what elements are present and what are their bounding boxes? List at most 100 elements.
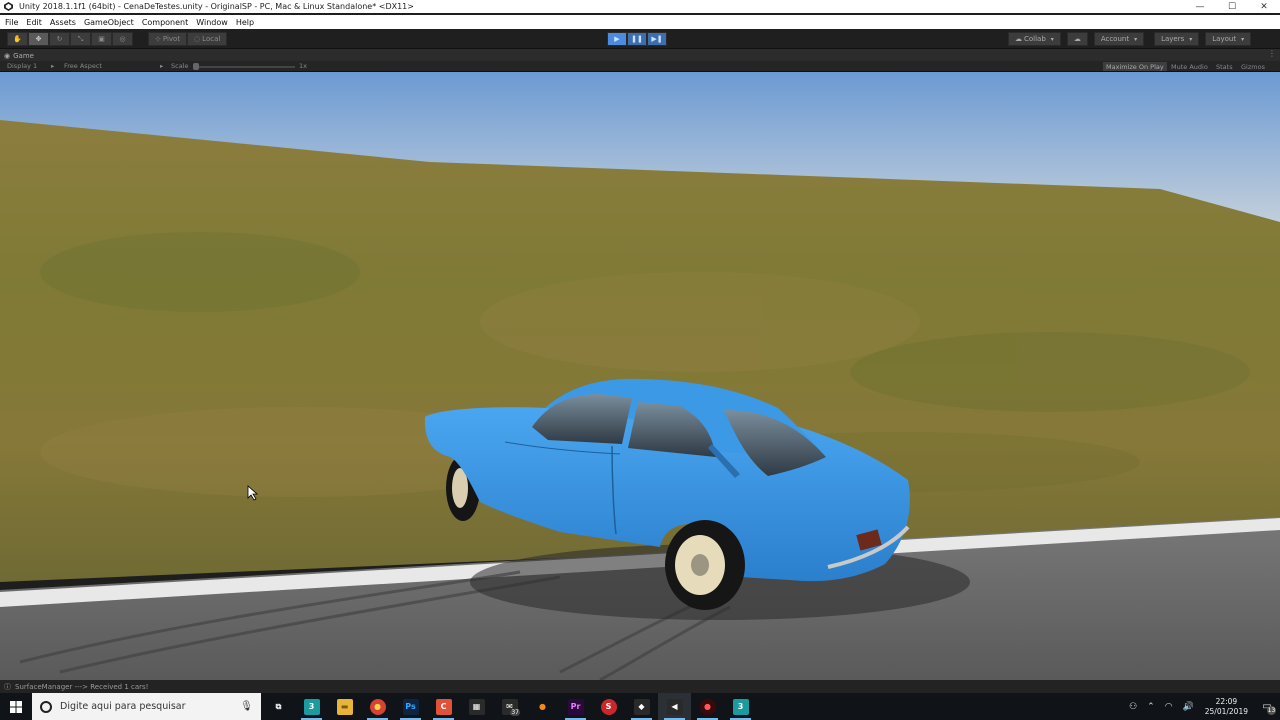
game-view-tabbar: ◉ Game ⋮	[0, 49, 1280, 61]
hand-tool-button[interactable]: ✋	[7, 32, 28, 46]
search-placeholder: Digite aqui para pesquisar	[60, 701, 186, 712]
taskbar-app-unity[interactable]: ◀	[658, 693, 691, 720]
window-controls: — ☐ ✕	[1184, 0, 1280, 13]
folder-icon: ▬	[336, 698, 353, 715]
taskbar-app-premiere[interactable]: Pr	[559, 693, 592, 720]
chevron-up-icon[interactable]: ⌃	[1142, 702, 1160, 712]
taskbar-app-substance[interactable]: S	[592, 693, 625, 720]
menu-help[interactable]: Help	[234, 18, 260, 27]
taskbar-app-chrome[interactable]: ●	[361, 693, 394, 720]
taskbar-app-c[interactable]: C	[427, 693, 460, 720]
notification-center-button[interactable]: ▭ 13	[1254, 693, 1280, 720]
account-dropdown[interactable]: Account	[1093, 32, 1145, 46]
taskbar-app-3dsmax[interactable]: 3	[295, 693, 328, 720]
rect-icon: ▣	[98, 35, 105, 43]
move-tool-button[interactable]: ✥	[28, 32, 49, 46]
3dsmax-icon: 3	[303, 698, 320, 715]
menu-bar: File Edit Assets GameObject Component Wi…	[0, 15, 1280, 29]
move-icon: ✥	[35, 35, 42, 43]
premiere-icon: Pr	[567, 698, 584, 715]
menu-window[interactable]: Window	[194, 18, 234, 27]
taskbar-app-calculator[interactable]: ▦	[460, 693, 493, 720]
step-icon: ▶❚	[651, 35, 663, 43]
tab-menu-icon[interactable]: ⋮	[1268, 49, 1276, 58]
transform-tools: ✋ ✥ ↻ ⤡ ▣ ◎	[7, 32, 133, 46]
game-view-controls: Display 1 ▸ Free Aspect ▸ Scale 1x Maxim…	[0, 61, 1280, 72]
window-title: Unity 2018.1.1f1 (64bit) - CenaDeTestes.…	[19, 2, 414, 11]
game-viewport[interactable]	[0, 72, 1280, 680]
scale-slider[interactable]	[193, 63, 295, 70]
taskbar-app-explorer[interactable]: ▬	[328, 693, 361, 720]
aspect-dropdown-arrow-icon: ▸	[160, 62, 164, 70]
system-tray: ⚇ ⌃ ◠ 🔊 22:09 25/01/2019 ▭ 13	[1124, 693, 1280, 720]
close-button[interactable]: ✕	[1248, 0, 1280, 13]
start-button[interactable]	[0, 693, 32, 720]
menu-edit[interactable]: Edit	[24, 18, 48, 27]
microphone-icon[interactable]: 🎙	[240, 701, 253, 712]
pivot-label: Pivot	[162, 35, 181, 43]
taskbar-app-photoshop[interactable]: Ps	[394, 693, 427, 720]
title-bar: Unity 2018.1.1f1 (64bit) - CenaDeTestes.…	[0, 0, 1280, 13]
c-app-icon: C	[435, 698, 452, 715]
windows-logo-icon	[10, 700, 22, 713]
menu-component[interactable]: Component	[140, 18, 194, 27]
menu-gameobject[interactable]: GameObject	[82, 18, 140, 27]
pause-button[interactable]: ❚❚	[627, 32, 647, 46]
console-message: SurfaceManager ---> Received 1 cars!	[15, 682, 149, 691]
play-button[interactable]: ▶	[607, 32, 627, 46]
scale-slider-handle[interactable]	[193, 63, 199, 70]
taskbar-app-mail[interactable]: ✉ 37	[493, 693, 526, 720]
menu-file[interactable]: File	[3, 18, 24, 27]
wifi-icon[interactable]: ◠	[1160, 702, 1178, 712]
search-box[interactable]: Digite aqui para pesquisar 🎙	[32, 693, 261, 720]
chrome-icon: ●	[369, 698, 386, 715]
layout-dropdown[interactable]: Layout	[1205, 32, 1252, 46]
cortana-icon	[40, 700, 52, 713]
display-dropdown-arrow-icon: ▸	[51, 62, 55, 70]
collab-label: Collab	[1024, 35, 1046, 43]
taskbar-app-davinci[interactable]: ●	[691, 693, 724, 720]
step-button[interactable]: ▶❚	[647, 32, 667, 46]
display-dropdown[interactable]: Display 1	[7, 62, 37, 70]
scale-tool-button[interactable]: ⤡	[70, 32, 91, 46]
minimize-button[interactable]: —	[1184, 0, 1216, 13]
tab-game[interactable]: ◉ Game	[4, 50, 34, 61]
taskbar-app-3dsmax-2[interactable]: 3	[724, 693, 757, 720]
console-status-bar[interactable]: ⓘ SurfaceManager ---> Received 1 cars!	[0, 680, 1280, 693]
collab-button[interactable]: ☁ Collab	[1008, 32, 1061, 46]
transform-tool-button[interactable]: ◎	[112, 32, 133, 46]
scale-value: 1x	[299, 62, 307, 70]
local-button[interactable]: ◌ Local	[187, 32, 228, 46]
cloud-button[interactable]: ☁	[1066, 32, 1088, 46]
mail-badge: 37	[510, 709, 520, 716]
people-icon[interactable]: ⚇	[1124, 702, 1142, 712]
tab-game-label: Game	[13, 51, 34, 60]
volume-icon[interactable]: 🔊	[1178, 702, 1199, 712]
blender-icon: ●	[539, 702, 546, 711]
toolbar-right: ☁Collab ☁ Account Layers Layout	[1002, 32, 1252, 46]
menu-assets[interactable]: Assets	[48, 18, 82, 27]
taskbar-app-unity-hub[interactable]: ◆	[625, 693, 658, 720]
calculator-icon: ▦	[468, 698, 485, 715]
davinci-icon: ●	[699, 698, 716, 715]
maximize-button[interactable]: ☐	[1216, 0, 1248, 13]
pivot-button[interactable]: ⊹ Pivot	[148, 32, 188, 46]
aspect-dropdown[interactable]: Free Aspect	[64, 62, 102, 70]
play-controls: ▶ ❚❚ ▶❚	[607, 32, 667, 46]
game-scene	[0, 72, 1280, 680]
layers-dropdown[interactable]: Layers	[1154, 32, 1200, 46]
task-view-button[interactable]: ⧉	[262, 693, 295, 720]
taskbar-app-blender[interactable]: ●	[526, 693, 559, 720]
clock-date: 25/01/2019	[1204, 706, 1248, 716]
scale-icon: ⤡	[77, 34, 84, 43]
game-controller-icon: ◉	[4, 51, 11, 60]
rect-tool-button[interactable]: ▣	[91, 32, 112, 46]
stats-toggle[interactable]: Stats	[1213, 62, 1236, 71]
maximize-on-play-toggle[interactable]: Maximize On Play	[1103, 62, 1167, 71]
rotate-tool-button[interactable]: ↻	[49, 32, 70, 46]
photoshop-icon: Ps	[402, 698, 419, 715]
windows-taskbar: Digite aqui para pesquisar 🎙 ⧉ 3 ▬ ● Ps …	[0, 693, 1280, 720]
gizmos-toggle[interactable]: Gizmos	[1238, 62, 1268, 71]
clock[interactable]: 22:09 25/01/2019	[1199, 697, 1254, 717]
mute-audio-toggle[interactable]: Mute Audio	[1168, 62, 1211, 71]
